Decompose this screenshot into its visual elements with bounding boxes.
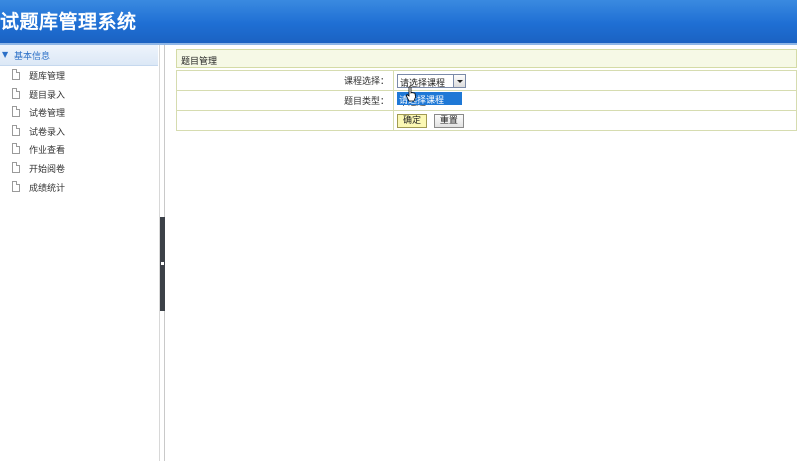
triangle-down-icon: ▼ bbox=[2, 50, 9, 59]
sidebar-item-label: 试卷录入 bbox=[29, 127, 66, 138]
sidebar-item-label: 题库管理 bbox=[29, 72, 66, 82]
form-row-type: 题目类型： 单选题 bbox=[176, 90, 797, 111]
document-icon bbox=[12, 106, 20, 118]
question-type-label: 题目类型： bbox=[176, 90, 394, 111]
sidebar-section-title: 基本信息 bbox=[14, 52, 51, 62]
document-icon bbox=[12, 87, 20, 99]
form-row-course: 课程选择： 请选择课程 bbox=[176, 70, 797, 91]
sidebar-item-label: 成绩统计 bbox=[29, 183, 66, 194]
question-management-panel: 题目管理 课程选择： 请选择课程 题目类型： 单选题 确定 bbox=[176, 49, 797, 143]
panel-title: 题目管理 bbox=[181, 57, 218, 67]
app-title: 试题库管理系统 bbox=[0, 11, 137, 33]
hand-cursor-icon bbox=[406, 86, 416, 102]
document-icon bbox=[12, 124, 20, 136]
sidebar-item-label: 开始阅卷 bbox=[29, 164, 66, 175]
chevron-down-icon[interactable] bbox=[453, 74, 465, 87]
question-form: 课程选择： 请选择课程 题目类型： 单选题 确定 重置 bbox=[176, 70, 797, 131]
document-icon bbox=[12, 69, 20, 80]
sidebar: ▼ 基本信息 题库管理 题目录入 试卷管理 试卷录入 作业查看 开始阅卷 成绩统… bbox=[0, 45, 158, 461]
document-icon bbox=[12, 180, 20, 192]
sidebar-item-label: 试卷管理 bbox=[29, 109, 66, 120]
app-header: 试题库管理系统 bbox=[0, 0, 797, 43]
sidebar-item-label: 作业查看 bbox=[29, 146, 66, 157]
sidebar-section-header[interactable]: ▼ 基本信息 bbox=[0, 45, 158, 66]
splitter-grip-icon bbox=[161, 262, 164, 265]
sidebar-item-label: 题目录入 bbox=[29, 90, 66, 101]
course-label: 课程选择： bbox=[176, 70, 394, 91]
document-icon bbox=[12, 143, 20, 155]
confirm-button[interactable]: 确定 bbox=[397, 113, 428, 128]
form-row-actions: 确定 重置 bbox=[176, 110, 797, 131]
panel-header: 题目管理 bbox=[176, 49, 797, 68]
reset-button[interactable]: 重置 bbox=[433, 113, 464, 128]
document-icon bbox=[12, 161, 20, 173]
